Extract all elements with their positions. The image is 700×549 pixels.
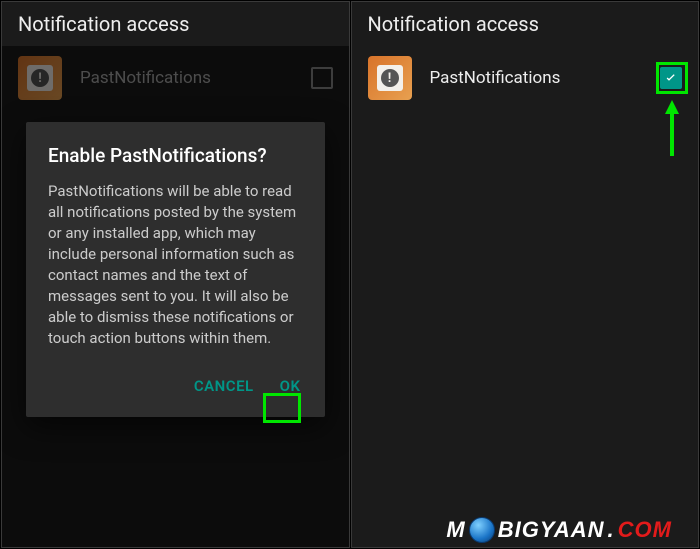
dialog-title: Enable PastNotifications?	[48, 144, 303, 167]
screenshot-right: Notification access ! PastNotifications	[351, 1, 700, 548]
checkbox-checked[interactable]	[660, 67, 682, 89]
screenshot-left: Notification access ! PastNotifications …	[1, 1, 350, 548]
ok-button[interactable]: OK	[278, 371, 303, 401]
confirm-dialog: Enable PastNotifications? PastNotificati…	[26, 122, 325, 417]
app-icon: !	[368, 56, 412, 100]
cancel-button[interactable]: CANCEL	[192, 371, 256, 401]
page-title: Notification access	[352, 2, 699, 46]
page-title: Notification access	[2, 2, 349, 46]
app-row-pastnotifications[interactable]: ! PastNotifications	[352, 46, 699, 110]
app-label: PastNotifications	[430, 68, 661, 88]
dialog-actions: CANCEL OK	[48, 367, 303, 407]
dialog-body: PastNotifications will be able to read a…	[48, 181, 303, 349]
